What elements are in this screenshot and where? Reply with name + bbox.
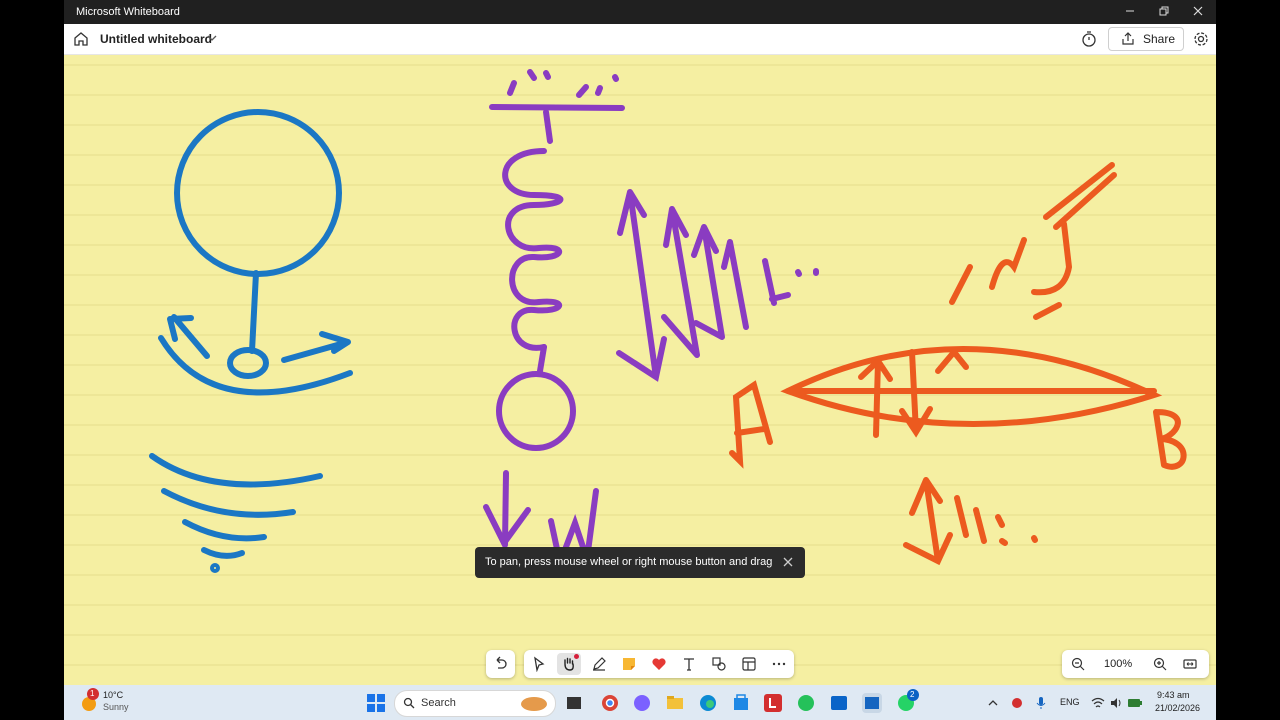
select-tool[interactable] [527,653,551,675]
select-icon [534,656,545,672]
search-highlight-fox-icon [521,697,547,711]
chevron-up-icon[interactable] [986,696,1000,710]
language-indicator[interactable]: ENG [1060,697,1080,707]
shapes-icon [712,657,726,671]
volume-icon[interactable] [1109,696,1123,710]
more-icon [772,662,786,666]
clock-time[interactable]: 9:43 am [1157,690,1190,700]
pan-hint-toast: To pan, press mouse wheel or right mouse… [475,547,805,578]
close-icon [1193,6,1203,16]
copilot-icon[interactable] [632,693,652,713]
weather-alert-count: 1 [90,689,95,698]
reaction-tool[interactable] [647,653,671,675]
chrome-icon[interactable] [600,693,620,713]
search-label: Search [421,697,456,709]
restore-button[interactable] [1149,3,1179,21]
windows-start-icon[interactable] [366,693,386,713]
task-view-icon[interactable] [564,693,584,713]
toast-message: To pan, press mouse wheel or right mouse… [485,556,773,568]
whiteboard-window: Microsoft Whiteboard Untitled whiteboard… [64,0,1216,685]
right-letterbox [1216,0,1280,720]
zoom-controls: 100% [1062,650,1209,678]
templates-tool[interactable] [737,653,761,675]
sticky-note-tool[interactable] [617,653,641,675]
outlook-icon[interactable] [829,693,849,713]
clock-date[interactable]: 21/02/2026 [1155,703,1200,713]
chevron-down-icon[interactable] [206,32,218,44]
document-title[interactable]: Untitled whiteboard [100,32,212,46]
fit-screen-icon [1183,659,1197,669]
text-tool[interactable] [677,653,701,675]
search-icon [403,697,415,709]
security-icon[interactable] [1010,696,1024,710]
title-bar: Microsoft Whiteboard [64,0,1216,24]
store-icon[interactable] [731,693,751,713]
whiteboard-canvas[interactable] [64,55,1216,685]
orange-ab-ink[interactable] [729,162,1187,566]
share-button[interactable]: Share [1108,27,1184,51]
more-tools-button[interactable] [767,653,791,675]
undo-icon [496,656,507,669]
text-icon [684,658,694,671]
whatsapp-badge-count: 2 [910,690,915,699]
zoom-out-button[interactable] [1066,653,1090,675]
window-title: Microsoft Whiteboard [76,6,180,18]
zoom-level: 100% [1104,658,1133,670]
file-explorer-icon[interactable] [665,693,685,713]
gear-icon[interactable] [1192,30,1210,48]
phone-app-icon[interactable] [796,693,816,713]
zoom-in-icon [1153,657,1167,671]
minimize-button[interactable] [1115,3,1145,21]
fit-to-screen-button[interactable] [1178,653,1202,675]
shapes-tool[interactable] [707,653,731,675]
close-icon[interactable] [781,555,795,569]
timer-icon[interactable] [1080,30,1098,48]
zoom-out-icon [1071,657,1085,671]
minimize-icon [1126,10,1134,12]
purple-spring-ink[interactable] [483,69,819,574]
active-dot-icon [574,654,579,659]
share-icon [1122,32,1134,45]
weather-temp: 10°C [103,690,124,700]
close-window-button[interactable] [1183,3,1213,21]
blue-pendulum-ink[interactable] [149,109,353,573]
app-bar: Untitled whiteboard Share [64,24,1216,55]
wifi-icon[interactable] [1091,696,1105,710]
zoom-in-button[interactable] [1148,653,1172,675]
microphone-icon[interactable] [1034,696,1048,710]
restore-icon [1159,6,1169,16]
battery-icon[interactable] [1127,696,1143,710]
whiteboard-app-icon[interactable] [862,693,882,713]
home-icon[interactable] [72,30,90,48]
pen-icon [593,657,606,671]
taskbar-search[interactable]: Search [394,690,556,717]
weather-desc: Sunny [103,702,129,712]
edge-icon[interactable] [698,693,718,713]
windows-taskbar: 1 10°C Sunny Search 2 ENG 9:43 am 21/02/… [64,685,1216,720]
l-app-icon[interactable] [763,693,783,713]
undo-button-box [486,650,515,678]
sticky-note-icon [623,658,635,670]
pan-tool[interactable] [557,653,581,675]
left-letterbox [0,0,64,720]
templates-icon [742,657,756,671]
reaction-icon [652,658,666,670]
share-label: Share [1143,32,1176,46]
main-toolbar [524,650,794,678]
pen-tool[interactable] [587,653,611,675]
undo-button[interactable] [488,653,512,675]
